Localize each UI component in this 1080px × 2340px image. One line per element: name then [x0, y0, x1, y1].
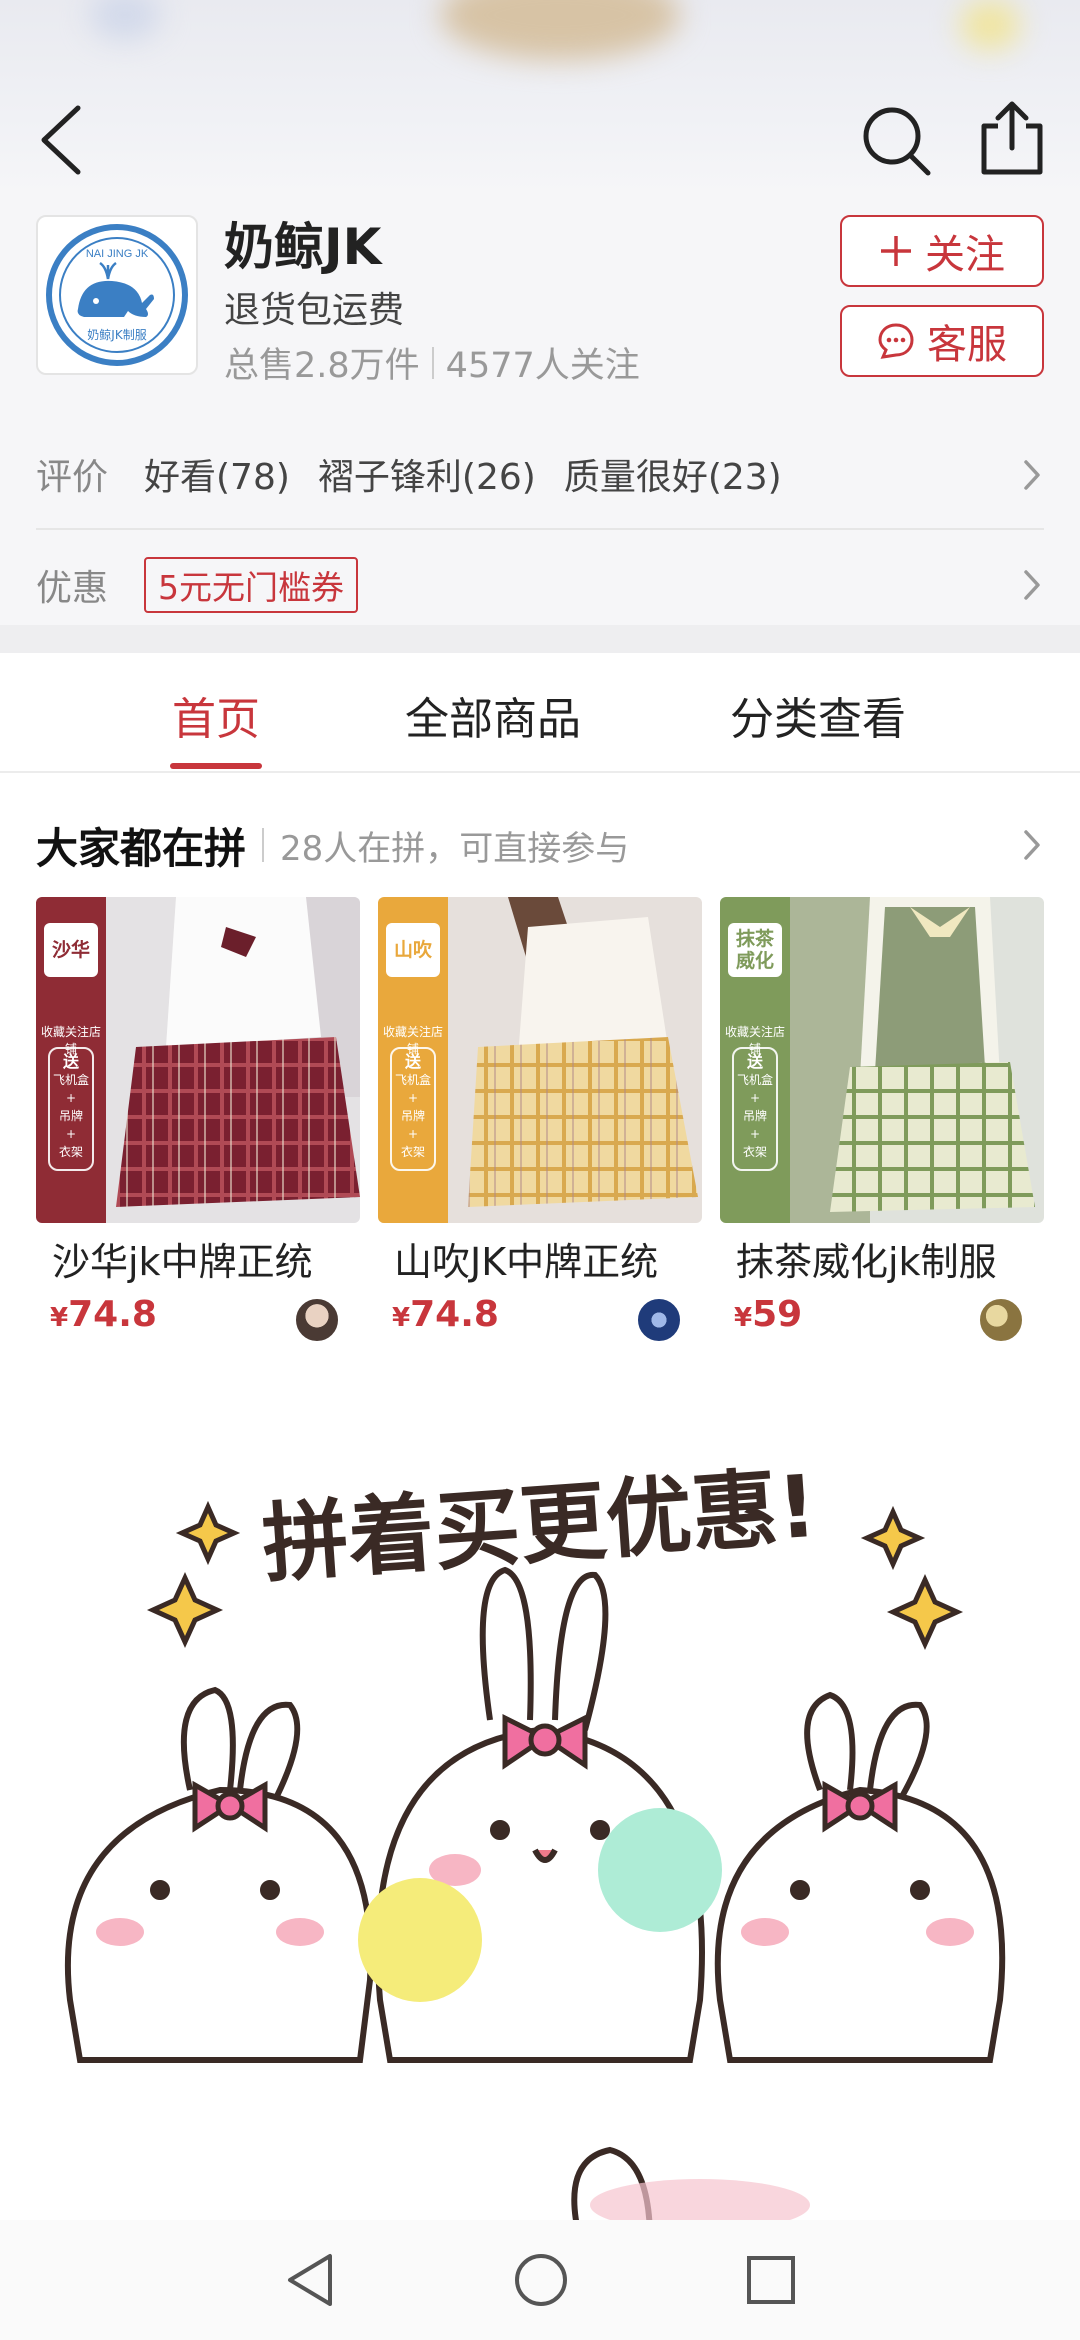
gift-text: + — [65, 1091, 77, 1105]
plus-icon — [881, 236, 911, 266]
gift-text: + — [749, 1127, 761, 1141]
product-gift-box: 送 飞机盒 + 吊牌 + 衣架 — [48, 1047, 94, 1171]
shop-stats: 总售2.8万件 4577人关注 — [224, 337, 640, 388]
pompom-yellow — [358, 1878, 482, 2002]
gift-text: 吊牌 — [742, 1109, 767, 1123]
shop-header: NAI JING JK 奶鲸JK制服 奶鲸JK 退货包运费 总售2.8万件 45… — [0, 195, 1080, 625]
chat-bubble-icon — [878, 323, 914, 359]
service-label: 客服 — [927, 322, 1007, 368]
product-card[interactable]: 山吹 收藏关注店铺 送 飞机盒 + 吊牌 + 衣架 山吹JK中牌正统 ¥74.8 — [378, 897, 702, 1343]
product-image[interactable]: 沙华 收藏关注店铺 送 飞机盒 + 吊牌 + 衣架 — [36, 897, 360, 1223]
product-name[interactable]: 抹茶威化jk制服 — [720, 1231, 1044, 1286]
product-card[interactable]: 抹茶威化 收藏关注店铺 送 飞机盒 + 吊牌 + 衣架 抹茶威化jk制服 ¥59 — [720, 897, 1044, 1343]
group-buy-divider — [262, 828, 265, 862]
product-photo — [790, 897, 1044, 1223]
product-image[interactable]: 山吹 收藏关注店铺 送 飞机盒 + 吊牌 + 衣架 — [378, 897, 702, 1223]
shop-followers: 4577人关注 — [445, 346, 640, 386]
promo-text: 拼着买更优惠! — [259, 1457, 820, 1595]
share-icon[interactable] — [978, 100, 1046, 180]
gift-text: 吊牌 — [58, 1109, 83, 1123]
follow-label: 关注 — [925, 232, 1005, 278]
bunny-right — [714, 1691, 1006, 2063]
currency-symbol: ¥ — [392, 1303, 411, 1333]
gift-text: 送 — [404, 1052, 421, 1071]
gift-text: 衣架 — [400, 1145, 425, 1159]
price-value: 74.8 — [68, 1294, 157, 1335]
gift-text: 飞机盒 — [736, 1073, 773, 1087]
product-side-panel: 沙华 收藏关注店铺 送 飞机盒 + 吊牌 + 衣架 — [36, 897, 106, 1223]
group-buy-subtitle: 28人在拼，可直接参与 — [280, 828, 630, 869]
chevron-right-icon — [1024, 460, 1040, 490]
nav-home-icon[interactable] — [512, 2250, 570, 2310]
follow-button[interactable]: 关注 — [840, 215, 1044, 287]
gift-text: + — [65, 1127, 77, 1141]
stat-divider — [431, 346, 434, 379]
shop-logo[interactable]: NAI JING JK 奶鲸JK制服 — [36, 215, 198, 375]
logo-top-text: NAI JING JK — [86, 248, 149, 260]
tab-home[interactable]: 首页 — [172, 683, 260, 747]
review-tag: 褶子锋利(26) — [317, 457, 536, 498]
product-photo — [448, 897, 702, 1223]
logo-bottom-text: 奶鲸JK制服 — [87, 327, 146, 342]
gift-text: 衣架 — [742, 1145, 767, 1159]
product-photo — [106, 897, 360, 1223]
shop-sales: 总售2.8万件 — [224, 346, 420, 386]
gift-text: + — [749, 1091, 761, 1105]
coupon-label: 优惠 — [36, 568, 109, 609]
gift-text: + — [407, 1091, 419, 1105]
shop-name: 奶鲸JK — [224, 218, 382, 276]
active-tab-indicator — [170, 763, 262, 769]
system-nav-bar — [0, 2220, 1080, 2340]
gift-text: 送 — [62, 1052, 79, 1071]
promo-illustration: 拼着买更优惠! — [64, 1457, 1006, 2240]
section-divider — [0, 625, 1080, 653]
product-image[interactable]: 抹茶威化 收藏关注店铺 送 飞机盒 + 吊牌 + 衣架 — [720, 897, 1044, 1223]
product-name[interactable]: 山吹JK中牌正统 — [378, 1231, 702, 1286]
chevron-right-icon — [1024, 570, 1040, 600]
whale-logo-icon: NAI JING JK 奶鲸JK制服 — [46, 224, 188, 366]
product-badge: 山吹 — [386, 923, 440, 977]
group-buy-title: 大家都在拼 — [36, 823, 247, 873]
shop-subtitle: 退货包运费 — [224, 290, 405, 331]
chevron-right-icon — [1024, 830, 1040, 860]
nav-back-icon[interactable] — [282, 2250, 338, 2310]
price-value: 74.8 — [410, 1294, 499, 1335]
currency-symbol: ¥ — [50, 1303, 69, 1333]
coupon-row[interactable]: 优惠 5元无门槛券 — [36, 530, 1044, 640]
tab-all-products[interactable]: 全部商品 — [405, 683, 581, 747]
review-row[interactable]: 评价 好看(78) 褶子锋利(26) 质量很好(23) — [36, 420, 1044, 530]
group-buy-header[interactable]: 大家都在拼 28人在拼，可直接参与 — [36, 810, 1044, 880]
search-icon[interactable] — [858, 100, 934, 180]
currency-symbol: ¥ — [734, 1303, 753, 1333]
product-card[interactable]: 沙华 收藏关注店铺 送 飞机盒 + 吊牌 + 衣架 沙华jk中牌正统 ¥74.8 — [36, 897, 360, 1343]
shop-tabs: 首页 全部商品 分类查看 — [0, 653, 1080, 773]
bunny-left — [64, 1686, 374, 2063]
gift-text: 飞机盒 — [52, 1073, 89, 1087]
review-tag: 质量很好(23) — [563, 457, 782, 498]
product-name[interactable]: 沙华jk中牌正统 — [36, 1231, 360, 1286]
product-side-panel: 山吹 收藏关注店铺 送 飞机盒 + 吊牌 + 衣架 — [378, 897, 448, 1223]
product-side-panel: 抹茶威化 收藏关注店铺 送 飞机盒 + 吊牌 + 衣架 — [720, 897, 790, 1223]
gift-text: 送 — [746, 1052, 763, 1071]
buyer-avatar — [636, 1297, 682, 1343]
product-gift-box: 送 飞机盒 + 吊牌 + 衣架 — [732, 1047, 778, 1171]
product-gift-box: 送 飞机盒 + 吊牌 + 衣架 — [390, 1047, 436, 1171]
gift-text: 吊牌 — [400, 1109, 425, 1123]
tab-categories[interactable]: 分类查看 — [730, 683, 906, 747]
buyer-avatar — [294, 1297, 340, 1343]
gift-text: 衣架 — [58, 1145, 83, 1159]
coupon-tag[interactable]: 5元无门槛券 — [144, 557, 358, 613]
review-tag: 好看(78) — [144, 457, 290, 498]
gift-text: + — [407, 1127, 419, 1141]
product-badge: 沙华 — [44, 923, 98, 977]
nav-recent-icon[interactable] — [744, 2250, 798, 2310]
gift-text: 飞机盒 — [394, 1073, 431, 1087]
back-arrow-icon[interactable] — [30, 100, 90, 180]
price-value: 59 — [752, 1294, 803, 1335]
buyer-avatar — [978, 1297, 1024, 1343]
review-label: 评价 — [36, 457, 109, 498]
product-badge: 抹茶威化 — [728, 923, 782, 977]
pompom-green — [598, 1808, 722, 1932]
customer-service-button[interactable]: 客服 — [840, 305, 1044, 377]
